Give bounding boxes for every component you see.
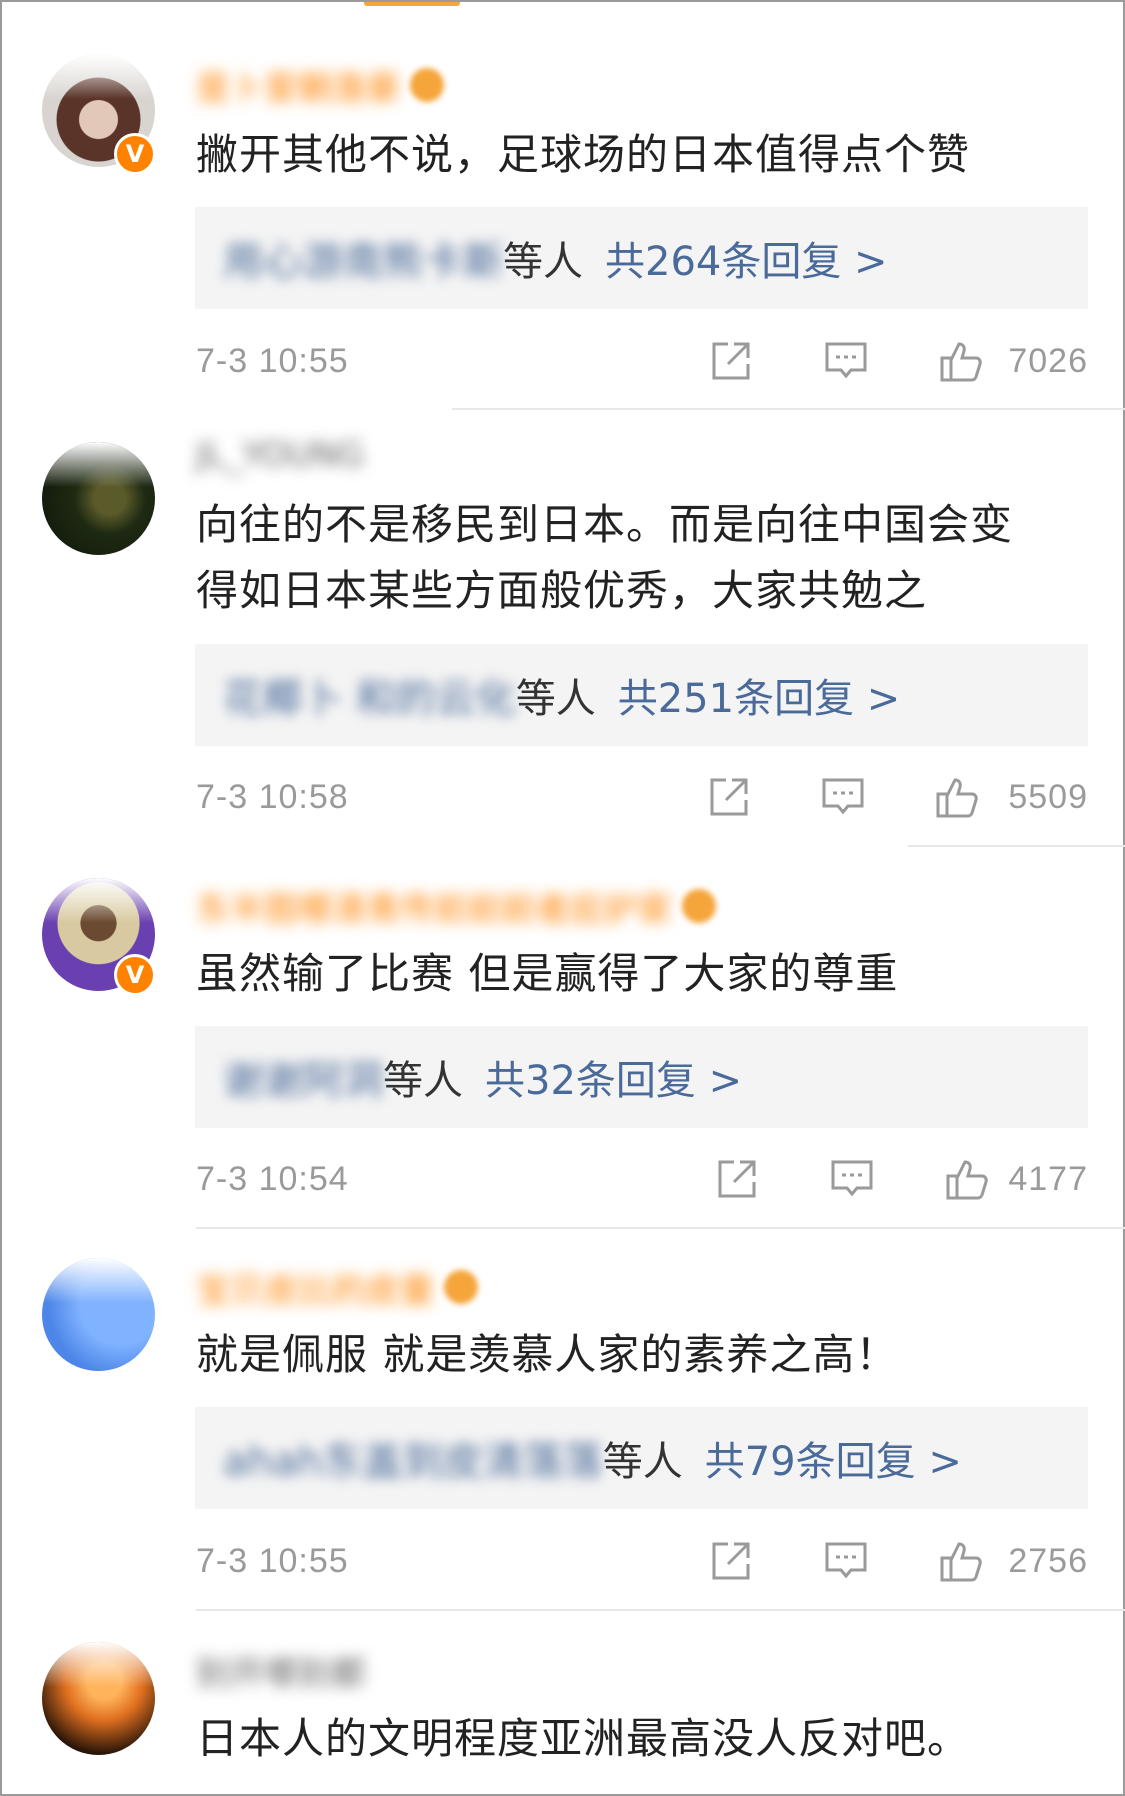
reply-names: 用心游南熊卡斯 [223,239,503,285]
like-count: 5509 [1008,778,1088,816]
comment-icon[interactable] [823,338,869,384]
verified-badge-icon: V [114,133,156,175]
comment-text: 向往的不是移民到日本。而是向往中国会变 得如日本某些方面般优秀，大家共勉之 [196,500,1014,615]
top-medal-fragment [364,2,460,6]
avatar[interactable] [42,1258,155,1371]
username[interactable]: 东半图哪清青传前前前者庇护家 [196,882,672,931]
like-count: 2756 [1008,1542,1088,1580]
comment-text: 日本人的文明程度亚洲最高没人反对吧。 [196,1714,971,1763]
avatar[interactable] [42,1642,155,1755]
divider [452,408,1125,410]
share-icon[interactable] [714,1156,760,1202]
comment-icon[interactable] [829,1156,875,1202]
reply-count-link[interactable]: 共32条回复 > [485,1048,742,1106]
thumbs-up-icon[interactable] [938,338,984,384]
timestamp: 7-3 10:55 [196,342,349,380]
medal-icon [410,68,444,102]
reply-names: 花椰卜 和的云化 [223,676,516,722]
avatar[interactable] [42,442,155,555]
verified-badge-icon: V [114,954,156,996]
reply-preview[interactable]: 用心游南熊卡斯 等人 共264条回复 > [195,207,1088,309]
share-icon[interactable] [706,774,752,820]
reply-preview[interactable]: ahah东盖到皮清落落 等人 共79条回复 > [195,1407,1088,1509]
reply-preview[interactable]: 花椰卜 和的云化 等人 共251条回复 > [195,644,1088,746]
reply-names: ahah东盖到皮清落落 [223,1439,603,1485]
reply-preview[interactable]: 谢谢阿洞 等人 共32条回复 > [195,1026,1088,1128]
username[interactable]: JL_YOUNG [196,435,364,475]
timestamp: 7-3 10:55 [196,1542,349,1580]
reply-count-link[interactable]: 共251条回复 > [618,666,901,724]
reply-count-link[interactable]: 共79条回复 > [705,1429,962,1487]
reply-suffix: 等人 [515,676,596,722]
comment-icon[interactable] [820,774,866,820]
reply-names: 谢谢阿洞 [223,1058,383,1104]
thumbs-up-icon[interactable] [934,774,980,820]
comment-text: 虽然输了比赛 但是赢得了大家的尊重 [196,949,899,998]
medal-icon [682,889,716,923]
share-icon[interactable] [708,338,754,384]
medal-icon [444,1270,478,1304]
share-icon[interactable] [708,1538,754,1584]
comment-text: 撇开其他不说，足球场的日本值得点个赞 [196,130,971,179]
timestamp: 7-3 10:54 [196,1160,349,1198]
like-count: 4177 [1008,1160,1088,1198]
reply-suffix: 等人 [383,1058,463,1104]
thumbs-up-icon[interactable] [938,1538,984,1584]
username[interactable]: 宝贝皮比的皮童 [196,1263,434,1312]
comment-icon[interactable] [823,1538,869,1584]
timestamp: 7-3 10:58 [196,778,349,816]
reply-suffix: 等人 [503,239,583,285]
comment-text: 就是佩服 就是羡慕人家的素养之高！ [196,1330,899,1379]
like-count: 7026 [1008,342,1088,380]
thumbs-up-icon[interactable] [944,1156,990,1202]
username[interactable]: 是卜爱朝澹豪 [196,61,400,110]
divider [196,1609,1125,1611]
reply-suffix: 等人 [602,1439,683,1485]
username[interactable]: 别开哪别都 [196,1646,366,1695]
reply-count-link[interactable]: 共264条回复 > [605,229,888,287]
divider [196,1227,1125,1229]
divider [908,845,1125,847]
